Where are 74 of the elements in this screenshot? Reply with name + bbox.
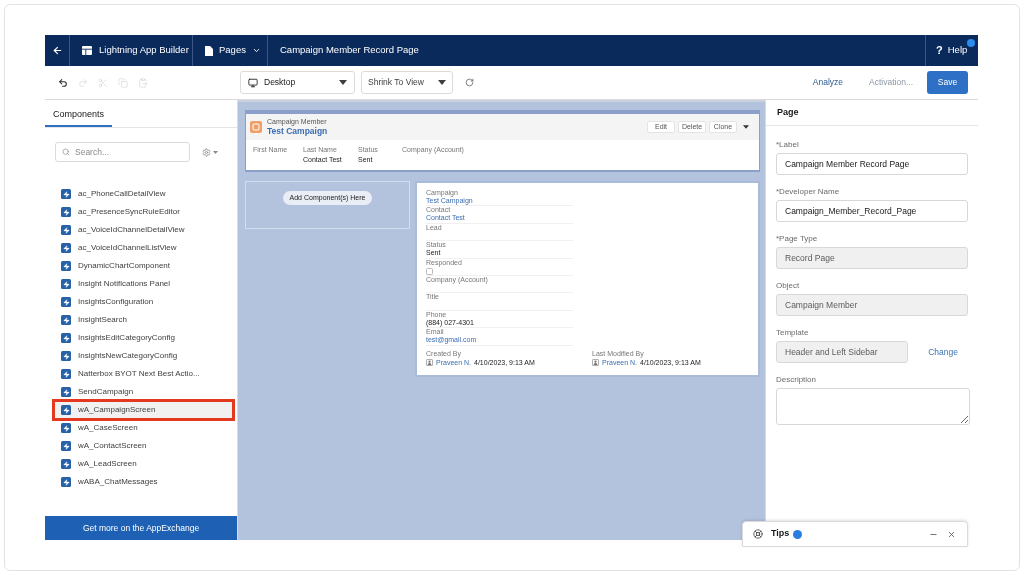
lightning-icon [61,459,71,469]
text-input[interactable]: Campaign Member Record Page [776,153,968,175]
settings-menu-button[interactable] [202,146,218,158]
lightning-icon [61,423,71,433]
component-list-item[interactable]: InsightSearch [52,311,235,329]
component-list-item[interactable]: ac_VoiceIdChannelDetailView [52,221,235,239]
field-label: *Developer Name [776,187,841,197]
field-label: *Label [776,140,800,150]
field-label: Object [776,281,801,291]
settings-icon [202,147,211,157]
field-label: Template [776,328,810,338]
dropdown-caret-icon [742,125,749,129]
caret-down-icon [339,80,347,85]
lightning-icon [61,441,71,451]
component-list-item[interactable]: Natterbox BYOT Next Best Actio... [52,365,235,383]
components-tab[interactable]: Components [45,100,112,127]
caret-down-icon [438,80,446,85]
lightning-icon [61,369,71,379]
field-label: Description [776,375,817,385]
analyze-button[interactable]: Analyze [808,76,848,89]
record-title: Test Campaign [267,125,328,137]
lifebuoy-icon [753,529,763,539]
component-list-item[interactable]: DynamicChartComponent [52,257,235,275]
tips-label: Tips [771,527,790,541]
component-list-item[interactable]: SendCampaign [52,383,235,401]
component-list-item[interactable]: ac_PhoneCallDetailView [52,185,235,203]
text-input[interactable]: Campaign_Member_Record_Page [776,200,968,222]
lightning-icon [61,405,71,415]
component-list-item[interactable]: InsightsEditCategoryConfig [52,329,235,347]
appexchange-button[interactable]: Get more on the AppExchange [45,516,237,540]
close-icon [946,529,956,539]
lightning-icon [61,477,71,487]
save-button[interactable]: Save [927,71,968,94]
caret-down-icon [213,150,218,154]
lightning-icon [61,279,71,289]
chevron-down-icon [251,46,261,55]
record-icon [250,121,262,133]
question-mark-icon: ? [936,42,943,59]
lightning-icon [61,351,71,361]
back-arrow-icon [51,45,63,56]
window-icon [82,46,92,55]
panel-title: Page [777,105,799,119]
component-list-item[interactable]: Insight Notifications Panel [52,275,235,293]
document-icon [205,45,213,56]
lightning-icon [61,315,71,325]
component-list-item[interactable]: wA_ContactScreen [52,437,235,455]
user-avatar-icon [426,359,433,366]
lightning-icon [61,261,71,271]
monitor-icon [248,77,258,88]
lightning-icon [61,333,71,343]
component-list-item[interactable]: wA_LeadScreen [52,455,235,473]
lightning-icon [61,387,71,397]
component-list-item[interactable]: InsightsNewCategoryConfig [52,347,235,365]
component-list-item[interactable]: wABA_ChatMessages [52,473,235,491]
component-list-item[interactable]: ac_PresenceSyncRuleEditor [52,203,235,221]
refresh-icon [464,78,474,87]
notification-badge-icon [967,39,975,47]
lightning-icon [61,207,71,217]
notification-badge-icon [793,529,803,539]
zoom-dropdown[interactable]: Shrink To View [361,71,453,94]
lightning-icon [61,297,71,307]
lightning-icon [61,225,71,235]
search-icon [62,148,70,156]
lightning-icon [61,243,71,253]
field-label: *Page Type [776,234,819,244]
component-list-item[interactable]: ac_VoiceIdChannelListView [52,239,235,257]
page-title: Campaign Member Record Page [279,43,419,58]
component-list-item[interactable]: wA_CaseScreen [52,419,235,437]
user-avatar-icon [592,359,599,366]
device-dropdown[interactable]: Desktop [240,71,355,94]
lightning-icon [61,189,71,199]
component-list-item[interactable]: InsightsConfiguration [52,293,235,311]
search-field[interactable]: Search... [55,142,190,162]
component-list-item[interactable]: wA_CampaignScreen [52,399,235,421]
